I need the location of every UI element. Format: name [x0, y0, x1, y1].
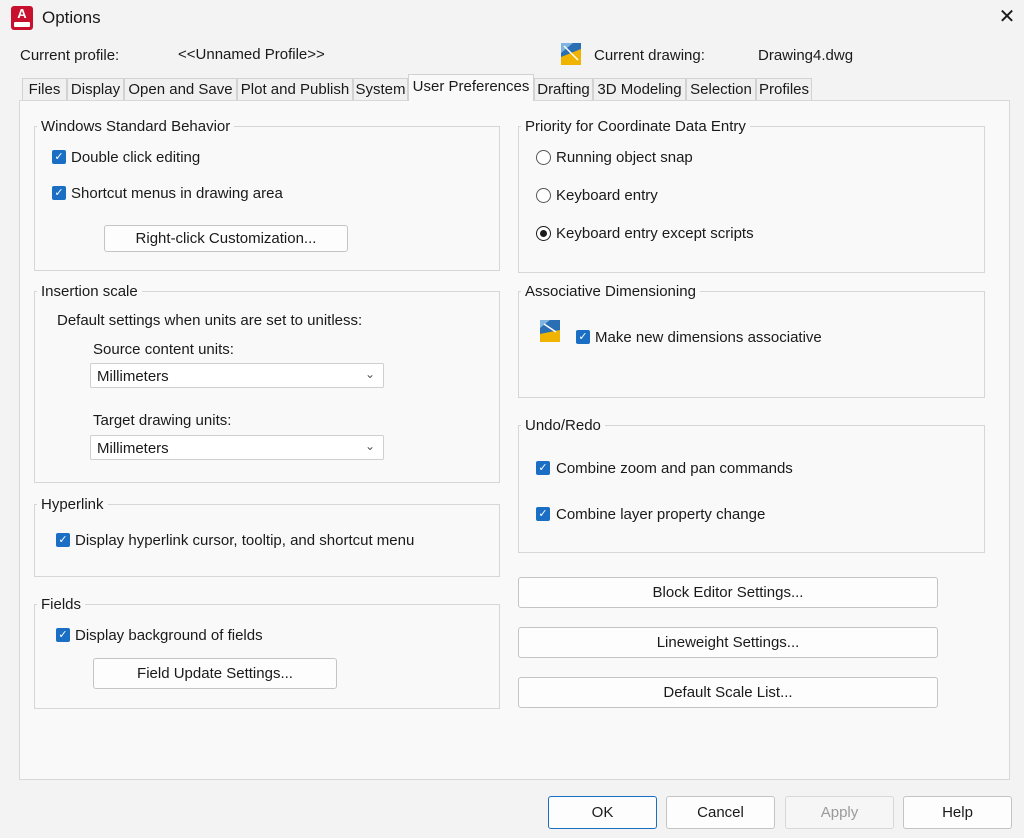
current-profile-label: Current profile: [20, 47, 120, 64]
field-update-settings-button[interactable]: Field Update Settings... [93, 658, 337, 689]
make-new-dimensions-associative-label: Make new dimensions associative [595, 329, 822, 346]
source-content-units-label: Source content units: [93, 341, 234, 358]
undo-redo-title: Undo/Redo [521, 417, 605, 434]
tab-files[interactable]: Files [22, 78, 67, 100]
tab-open-and-save[interactable]: Open and Save [124, 78, 237, 100]
combine-zoom-pan-checkbox[interactable]: ✓ [536, 461, 550, 475]
cancel-button[interactable]: Cancel [666, 796, 775, 829]
chevron-down-icon: ⌄ [364, 367, 375, 381]
lineweight-settings-button[interactable]: Lineweight Settings... [518, 627, 938, 658]
source-content-units-select[interactable]: Millimeters ⌄ [90, 363, 384, 388]
target-drawing-units-value: Millimeters [97, 440, 169, 457]
right-click-customization-button[interactable]: Right-click Customization... [104, 225, 348, 252]
shortcut-menus-label: Shortcut menus in drawing area [71, 185, 283, 202]
insertion-scale-description: Default settings when units are set to u… [57, 312, 363, 329]
block-editor-settings-button[interactable]: Block Editor Settings... [518, 577, 938, 608]
associative-dimension-icon [540, 320, 560, 342]
tab-user-preferences[interactable]: User Preferences [408, 74, 534, 101]
target-drawing-units-label: Target drawing units: [93, 412, 232, 429]
display-background-checkbox[interactable]: ✓ [56, 628, 70, 642]
tab-drafting[interactable]: Drafting [534, 78, 593, 100]
running-object-snap-label: Running object snap [556, 149, 693, 166]
current-profile-value: <<Unnamed Profile>> [178, 46, 325, 63]
ok-button[interactable]: OK [548, 796, 657, 829]
associative-dimensioning-title: Associative Dimensioning [521, 283, 700, 300]
double-click-editing-label: Double click editing [71, 149, 201, 166]
display-background-label: Display background of fields [75, 627, 263, 644]
keyboard-entry-except-scripts-radio[interactable] [536, 226, 551, 241]
tab-selection[interactable]: Selection [686, 78, 756, 100]
fields-group [34, 604, 500, 709]
help-button[interactable]: Help [903, 796, 1012, 829]
default-scale-list-button[interactable]: Default Scale List... [518, 677, 938, 708]
running-object-snap-radio[interactable] [536, 150, 551, 165]
tab-system[interactable]: System [353, 78, 408, 100]
double-click-editing-checkbox[interactable]: ✓ [52, 150, 66, 164]
tab-3d-modeling[interactable]: 3D Modeling [593, 78, 686, 100]
make-new-dimensions-associative-checkbox[interactable]: ✓ [576, 330, 590, 344]
combine-layer-property-label: Combine layer property change [556, 506, 766, 523]
combine-zoom-pan-label: Combine zoom and pan commands [556, 460, 793, 477]
display-hyperlink-label: Display hyperlink cursor, tooltip, and s… [75, 532, 415, 549]
target-drawing-units-select[interactable]: Millimeters ⌄ [90, 435, 384, 460]
insertion-scale-title: Insertion scale [37, 283, 142, 300]
current-drawing-value: Drawing4.dwg [758, 47, 854, 64]
tab-profiles[interactable]: Profiles [756, 78, 812, 100]
apply-button[interactable]: Apply [785, 796, 894, 829]
current-drawing-label: Current drawing: [594, 47, 705, 64]
coordinate-priority-title: Priority for Coordinate Data Entry [521, 118, 750, 135]
keyboard-entry-except-scripts-label: Keyboard entry except scripts [556, 225, 754, 242]
title-bar [0, 0, 1024, 38]
keyboard-entry-radio[interactable] [536, 188, 551, 203]
shortcut-menus-checkbox[interactable]: ✓ [52, 186, 66, 200]
tab-display[interactable]: Display [67, 78, 124, 100]
hyperlink-title: Hyperlink [37, 496, 108, 513]
combine-layer-property-checkbox[interactable]: ✓ [536, 507, 550, 521]
display-hyperlink-checkbox[interactable]: ✓ [56, 533, 70, 547]
windows-standard-behavior-title: Windows Standard Behavior [37, 118, 235, 135]
close-icon[interactable]: ✕ [996, 6, 1018, 28]
undo-redo-group [518, 425, 985, 553]
autocad-app-icon: A [11, 6, 33, 30]
source-content-units-value: Millimeters [97, 368, 169, 385]
keyboard-entry-label: Keyboard entry [556, 187, 658, 204]
fields-title: Fields [37, 596, 86, 613]
tab-plot-and-publish[interactable]: Plot and Publish [237, 78, 353, 100]
chevron-down-icon: ⌄ [364, 439, 375, 453]
window-title: Options [42, 8, 101, 27]
drawing-icon [561, 43, 581, 65]
